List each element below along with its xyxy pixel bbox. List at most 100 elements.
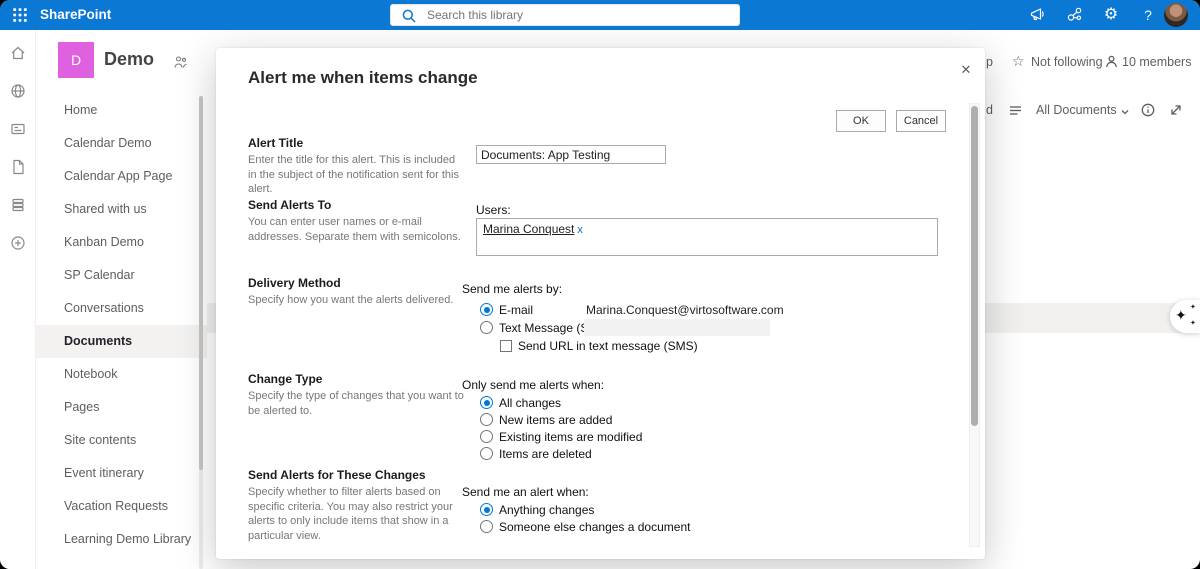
search-bar[interactable] xyxy=(390,4,740,26)
app-launcher-waffle-icon[interactable] xyxy=(12,7,28,23)
change-type-heading: Change Type xyxy=(248,372,322,386)
news-icon[interactable] xyxy=(9,120,27,138)
chevron-down-icon[interactable] xyxy=(1120,106,1130,120)
send-to-description: You can enter user names or e-mail addre… xyxy=(248,215,464,244)
sidebar-nav-item[interactable]: Pages xyxy=(36,391,207,424)
follow-status[interactable]: Not following xyxy=(1031,55,1103,69)
star-icon[interactable]: ☆ xyxy=(1012,53,1025,70)
site-logo[interactable]: D xyxy=(58,42,94,78)
people-icon[interactable] xyxy=(1104,54,1119,72)
sidebar-nav-item[interactable]: Calendar Demo xyxy=(36,127,207,160)
change-type-radio-option[interactable]: New items are added xyxy=(480,413,642,426)
view-selector[interactable]: All Documents xyxy=(1036,103,1117,117)
teams-icon xyxy=(173,55,188,70)
users-picker[interactable]: Marina Conquestx xyxy=(476,218,938,256)
filter-heading: Send Alerts for These Changes xyxy=(248,468,426,482)
suite-bar: SharePoint ⚙ ? xyxy=(0,0,1200,30)
home-icon[interactable] xyxy=(9,44,27,62)
radio-icon[interactable] xyxy=(480,396,493,409)
alert-title-heading: Alert Title xyxy=(248,136,303,150)
sharepoint-wordmark[interactable]: SharePoint xyxy=(40,0,111,30)
delivery-description: Specify how you want the alerts delivere… xyxy=(248,293,464,308)
sidebar-scrollbar-thumb[interactable] xyxy=(199,96,203,470)
search-input[interactable] xyxy=(425,5,725,25)
site-sidebar: D Demo Home Calendar Demo Calendar App P… xyxy=(36,30,207,569)
sidebar-scrollbar[interactable] xyxy=(199,96,203,569)
sidebar-nav-item[interactable]: Calendar App Page xyxy=(36,160,207,193)
alert-title-description: Enter the title for this alert. This is … xyxy=(248,153,464,197)
filter-radio-option[interactable]: Someone else changes a document xyxy=(480,520,690,533)
radio-icon[interactable] xyxy=(480,503,493,516)
remove-user-icon[interactable]: x xyxy=(577,224,583,236)
radio-icon[interactable] xyxy=(480,413,493,426)
dialog-scrollbar-thumb[interactable] xyxy=(971,106,978,426)
change-type-radio-option[interactable]: Items are deleted xyxy=(480,447,642,460)
sidebar-nav-item[interactable]: Shared with us xyxy=(36,193,207,226)
radio-icon[interactable] xyxy=(480,447,493,460)
globe-icon[interactable] xyxy=(9,82,27,100)
email-radio-option[interactable]: E-mail xyxy=(480,303,533,316)
sparkle-dot-icon: ✦ xyxy=(1190,303,1196,311)
email-address-value: Marina.Conquest@virtosoftware.com xyxy=(586,303,784,317)
app-rail xyxy=(0,30,36,569)
ok-button[interactable]: OK xyxy=(836,110,886,132)
sidebar-nav-item[interactable]: Event itinerary xyxy=(36,457,207,490)
create-icon[interactable] xyxy=(9,234,27,252)
dialog-scrollbar[interactable] xyxy=(969,103,980,547)
alert-dialog: Alert me when items change ✕ OK Cancel A… xyxy=(216,48,985,559)
radio-icon[interactable] xyxy=(480,430,493,443)
sms-number-field xyxy=(584,319,770,336)
clipped-text-top: p xyxy=(986,55,993,69)
expand-icon[interactable] xyxy=(1168,102,1184,121)
radio-icon[interactable] xyxy=(480,303,493,316)
send-url-checkbox-label: Send URL in text message (SMS) xyxy=(518,339,698,353)
change-type-options: All changes New items are added Existing… xyxy=(480,396,642,460)
site-title[interactable]: Demo xyxy=(104,49,154,70)
members-count[interactable]: 10 members xyxy=(1122,55,1191,69)
sparkle-icon: ✦ xyxy=(1175,307,1187,324)
change-type-radio-option[interactable]: Existing items are modified xyxy=(480,430,642,443)
connector-icon[interactable] xyxy=(1065,6,1083,24)
send-url-checkbox-row[interactable]: Send URL in text message (SMS) xyxy=(500,339,698,352)
sidebar-nav-item[interactable]: SP Calendar xyxy=(36,259,207,292)
sidebar-nav-item[interactable]: Documents xyxy=(36,325,207,358)
megaphone-icon[interactable] xyxy=(1028,6,1046,24)
user-avatar[interactable] xyxy=(1164,3,1188,27)
document-icon[interactable] xyxy=(9,158,27,176)
sharepoint-app: SharePoint ⚙ ? xyxy=(0,0,1200,569)
site-navigation: Home Calendar Demo Calendar App Page Sha… xyxy=(36,94,207,556)
change-type-radio-option[interactable]: All changes xyxy=(480,396,642,409)
assistant-sparkle-button[interactable]: ✦ ✦ ✦ xyxy=(1170,300,1200,333)
checkbox-icon[interactable] xyxy=(500,340,512,352)
delivery-group-label: Send me alerts by: xyxy=(462,282,562,296)
change-type-description: Specify the type of changes that you wan… xyxy=(248,389,464,418)
view-options-icon[interactable] xyxy=(1008,103,1023,121)
dialog-title: Alert me when items change xyxy=(248,68,478,88)
change-type-group-label: Only send me alerts when: xyxy=(462,378,604,392)
radio-icon[interactable] xyxy=(480,520,493,533)
email-option-label: E-mail xyxy=(499,303,533,317)
filter-description: Specify whether to filter alerts based o… xyxy=(248,485,464,543)
radio-icon[interactable] xyxy=(480,321,493,334)
sparkle-dot-icon: ✦ xyxy=(1190,319,1196,327)
sidebar-nav-item[interactable]: Home xyxy=(36,94,207,127)
cancel-button[interactable]: Cancel xyxy=(896,110,946,132)
sidebar-nav-item[interactable]: Notebook xyxy=(36,358,207,391)
close-icon[interactable]: ✕ xyxy=(956,60,976,80)
search-icon xyxy=(401,8,417,24)
clipped-text-mid: d xyxy=(986,103,993,117)
sidebar-nav-item[interactable]: Learning Demo Library xyxy=(36,523,207,556)
sidebar-nav-item[interactable]: Conversations xyxy=(36,292,207,325)
user-persona[interactable]: Marina Conquest xyxy=(483,222,574,236)
alert-title-input[interactable] xyxy=(476,145,666,164)
info-icon[interactable] xyxy=(1140,102,1156,121)
filter-group-label: Send me an alert when: xyxy=(462,485,589,499)
settings-gear-icon[interactable]: ⚙ xyxy=(1102,6,1120,24)
sidebar-nav-item[interactable]: Vacation Requests xyxy=(36,490,207,523)
delivery-heading: Delivery Method xyxy=(248,276,341,290)
filter-radio-option[interactable]: Anything changes xyxy=(480,503,690,516)
lists-icon[interactable] xyxy=(9,196,27,214)
help-icon[interactable]: ? xyxy=(1139,6,1157,24)
sidebar-nav-item[interactable]: Kanban Demo xyxy=(36,226,207,259)
sidebar-nav-item[interactable]: Site contents xyxy=(36,424,207,457)
